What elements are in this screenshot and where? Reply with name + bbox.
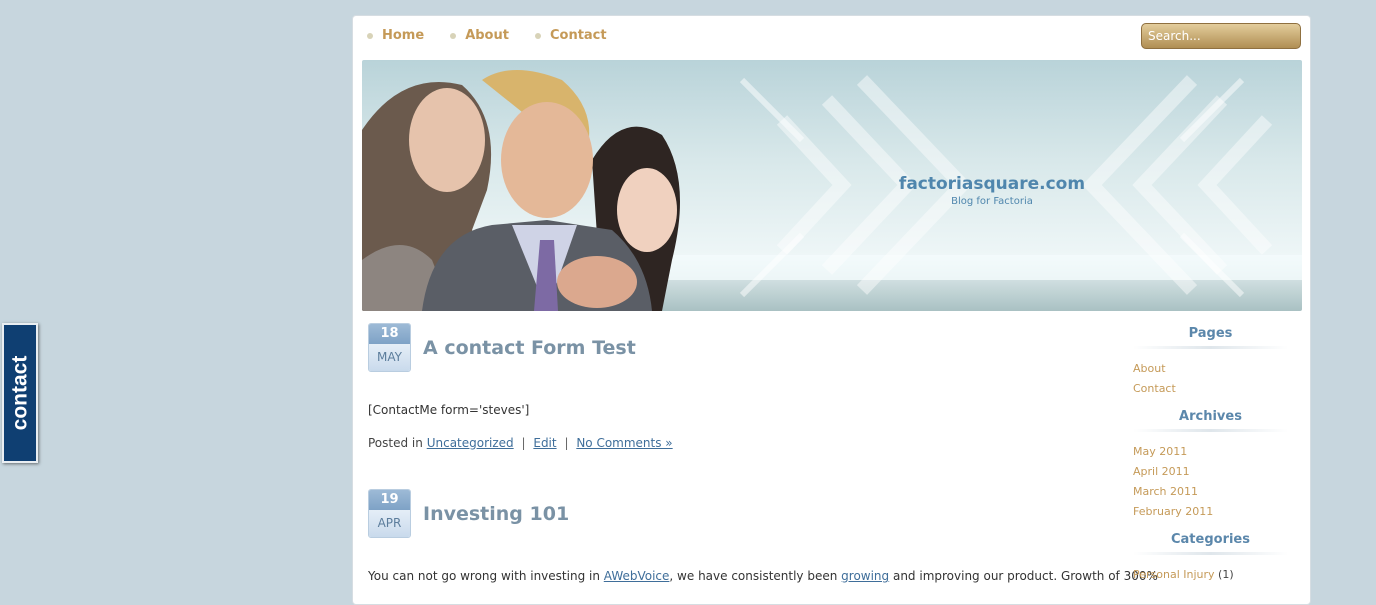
body-text: You can not go wrong with investing in — [368, 569, 604, 583]
nav-home-label: Home — [382, 28, 425, 43]
widget-title-pages: Pages — [1123, 326, 1298, 349]
top-nav: Home About Contact — [367, 28, 607, 43]
post-title[interactable]: A contact Form Test — [423, 337, 636, 359]
post-body: You can not go wrong with investing in A… — [368, 568, 1158, 584]
contact-tab[interactable]: contact — [2, 323, 38, 463]
body-text: and improving our product. Growth of 300… — [889, 569, 1158, 583]
people-photo — [362, 70, 680, 311]
awebvoice-link[interactable]: AWebVoice — [604, 569, 670, 583]
nav-contact[interactable]: Contact — [534, 28, 607, 43]
page-container: Home About Contact Search... factoriasqu… — [352, 15, 1311, 605]
date-badge: 19 APR — [368, 489, 411, 538]
category-item[interactable]: Personal Injury (1) — [1133, 565, 1298, 585]
post-meta: Posted in Uncategorized | Edit | No Comm… — [368, 436, 673, 450]
widget-title-categories: Categories — [1123, 532, 1298, 555]
contact-tab-label: contact — [8, 355, 31, 431]
bullet-icon — [367, 32, 373, 39]
bullet-icon — [534, 32, 541, 39]
body-text: , we have consistently been — [669, 569, 842, 583]
post-body: [ContactMe form='steves'] — [368, 403, 530, 417]
category-label: Personal Injury — [1133, 568, 1215, 581]
growing-link[interactable]: growing — [841, 569, 889, 583]
site-tagline: Blog for Factoria — [951, 196, 1033, 207]
widget-title-archives: Archives — [1123, 409, 1298, 432]
header-banner: factoriasquare.com Blog for Factoria — [362, 60, 1302, 311]
nav-about[interactable]: About — [450, 28, 509, 43]
nav-home[interactable]: Home — [367, 28, 424, 43]
archive-may-2011[interactable]: May 2011 — [1133, 442, 1298, 462]
date-day: 18 — [369, 324, 410, 344]
archive-february-2011[interactable]: February 2011 — [1133, 502, 1298, 522]
sidebar-page-contact[interactable]: Contact — [1133, 379, 1298, 399]
pages-widget: Pages About Contact — [1123, 326, 1298, 399]
category-link[interactable]: Uncategorized — [427, 436, 514, 450]
site-title[interactable]: factoriasquare.com — [892, 174, 1092, 194]
date-month: APR — [369, 510, 410, 537]
archive-march-2011[interactable]: March 2011 — [1133, 482, 1298, 502]
bullet-icon — [450, 32, 457, 39]
comments-link[interactable]: No Comments » — [576, 436, 672, 450]
sidebar: Pages About Contact Archives May 2011 Ap… — [1123, 326, 1298, 595]
date-badge: 18 MAY — [368, 323, 411, 372]
nav-about-label: About — [465, 28, 509, 43]
categories-widget: Categories Personal Injury (1) — [1123, 532, 1298, 585]
category-count: (1) — [1218, 568, 1234, 581]
search-input[interactable] — [1141, 23, 1301, 49]
banner-illustration — [362, 70, 1302, 311]
post-title[interactable]: Investing 101 — [423, 503, 569, 525]
sidebar-page-about[interactable]: About — [1133, 359, 1298, 379]
date-day: 19 — [369, 490, 410, 510]
separator: | — [564, 436, 569, 450]
nav-contact-label: Contact — [549, 28, 607, 43]
archive-april-2011[interactable]: April 2011 — [1133, 462, 1298, 482]
date-month: MAY — [369, 344, 410, 371]
posted-in-label: Posted in — [368, 436, 423, 450]
archives-widget: Archives May 2011 April 2011 March 2011 … — [1123, 409, 1298, 522]
edit-link[interactable]: Edit — [533, 436, 556, 450]
separator: | — [521, 436, 526, 450]
